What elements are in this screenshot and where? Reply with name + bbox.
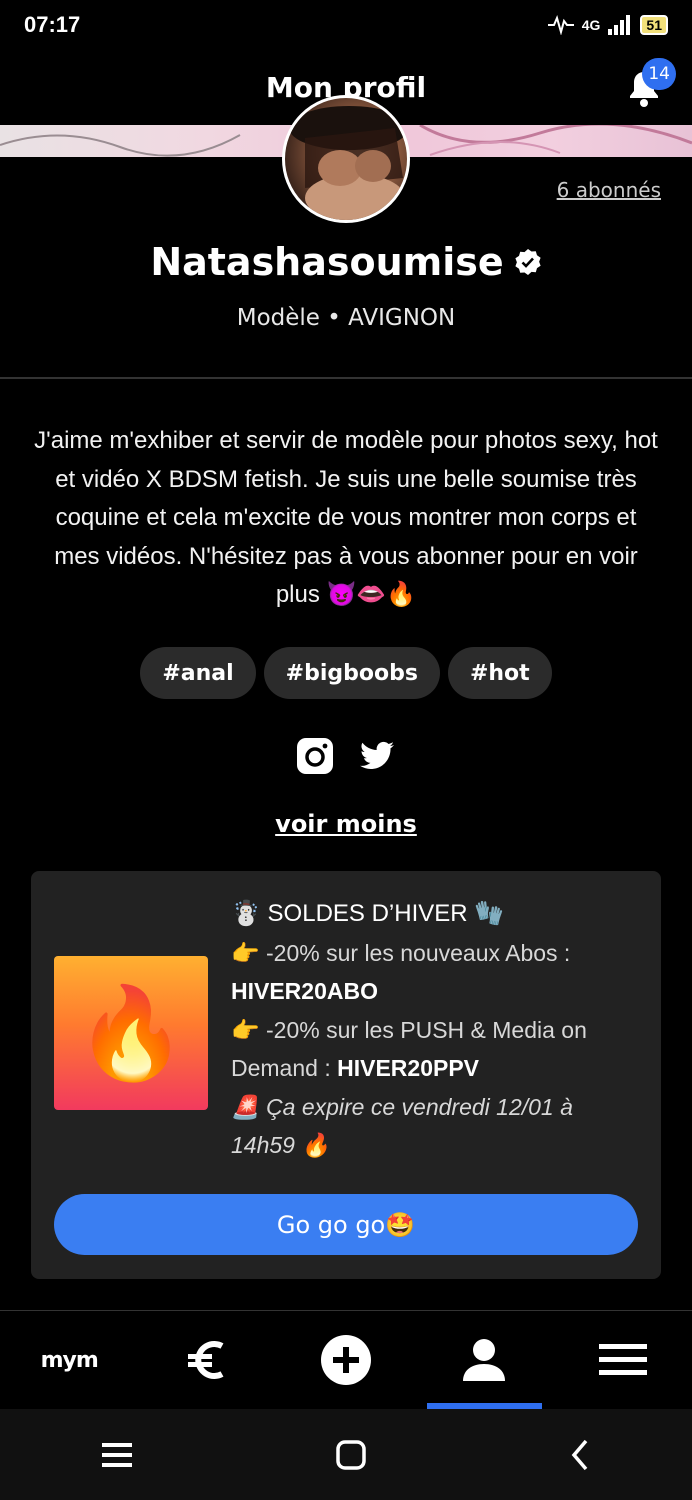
network-type: 4G <box>581 17 601 33</box>
status-icons: 4G 51 <box>547 15 668 35</box>
bottom-tabbar: mym <box>0 1311 692 1409</box>
divider <box>0 377 692 378</box>
signal-icon <box>608 15 631 35</box>
promo-code-2: HIVER20PPV <box>337 1055 480 1081</box>
notification-badge: 14 <box>642 58 676 90</box>
mym-logo: mym <box>40 1347 99 1373</box>
tag-chip[interactable]: #hot <box>447 647 552 699</box>
tag-chip[interactable]: #anal <box>140 647 256 699</box>
plus-circle-icon <box>321 1335 372 1385</box>
verified-badge-icon <box>515 249 541 275</box>
toggle-bio-link[interactable]: voir moins <box>0 810 692 838</box>
profile-bio: J'aime m'exhiber et servir de modèle pou… <box>34 427 658 608</box>
recent-apps-icon[interactable] <box>102 1441 132 1469</box>
tab-create[interactable] <box>277 1311 415 1409</box>
tab-profile[interactable] <box>415 1311 553 1409</box>
tab-menu[interactable] <box>554 1311 692 1409</box>
promo-title: ☃️ SOLDES D’HIVER 🧤 <box>231 900 505 927</box>
euro-icon <box>187 1341 224 1379</box>
avatar[interactable] <box>282 95 410 223</box>
home-icon[interactable] <box>336 1439 366 1470</box>
username-row: Natashasoumise <box>0 240 692 284</box>
promo-card: 🔥 ☃️ SOLDES D’HIVER 🧤 👉 -20% sur les nou… <box>31 871 661 1279</box>
profile-subtitle: Modèle • AVIGNON <box>236 305 456 331</box>
promo-text: ☃️ SOLDES D’HIVER 🧤 👉 -20% sur les nouve… <box>231 895 641 1165</box>
tab-home[interactable]: mym <box>0 1311 138 1409</box>
back-icon[interactable] <box>570 1439 590 1471</box>
promo-cta-button[interactable]: Go go go🤩 <box>54 1194 638 1255</box>
tag-list: #anal #bigboobs #hot <box>0 647 692 699</box>
tab-earnings[interactable] <box>138 1311 276 1409</box>
battery-indicator: 51 <box>640 15 668 35</box>
system-navbar <box>0 1409 692 1500</box>
promo-image: 🔥 <box>54 956 208 1110</box>
menu-icon <box>598 1344 647 1375</box>
promo-expiry: 🚨 Ça expire ce vendredi 12/01 à 14h59 🔥 <box>231 1093 573 1159</box>
user-icon <box>463 1339 506 1381</box>
tag-chip[interactable]: #bigboobs <box>263 647 440 699</box>
twitter-icon[interactable] <box>357 736 397 776</box>
instagram-icon[interactable] <box>295 736 335 776</box>
status-time: 07:17 <box>24 12 81 37</box>
username: Natashasoumise <box>150 240 504 284</box>
promo-line-1: 👉 -20% sur les nouveaux Abos : <box>231 939 571 966</box>
social-links <box>0 736 692 776</box>
promo-code-1: HIVER20ABO <box>231 978 378 1004</box>
followers-count[interactable]: 6 abonnés <box>557 178 661 202</box>
status-bar: 07:17 4G 51 <box>0 0 692 50</box>
activity-icon <box>547 15 574 35</box>
